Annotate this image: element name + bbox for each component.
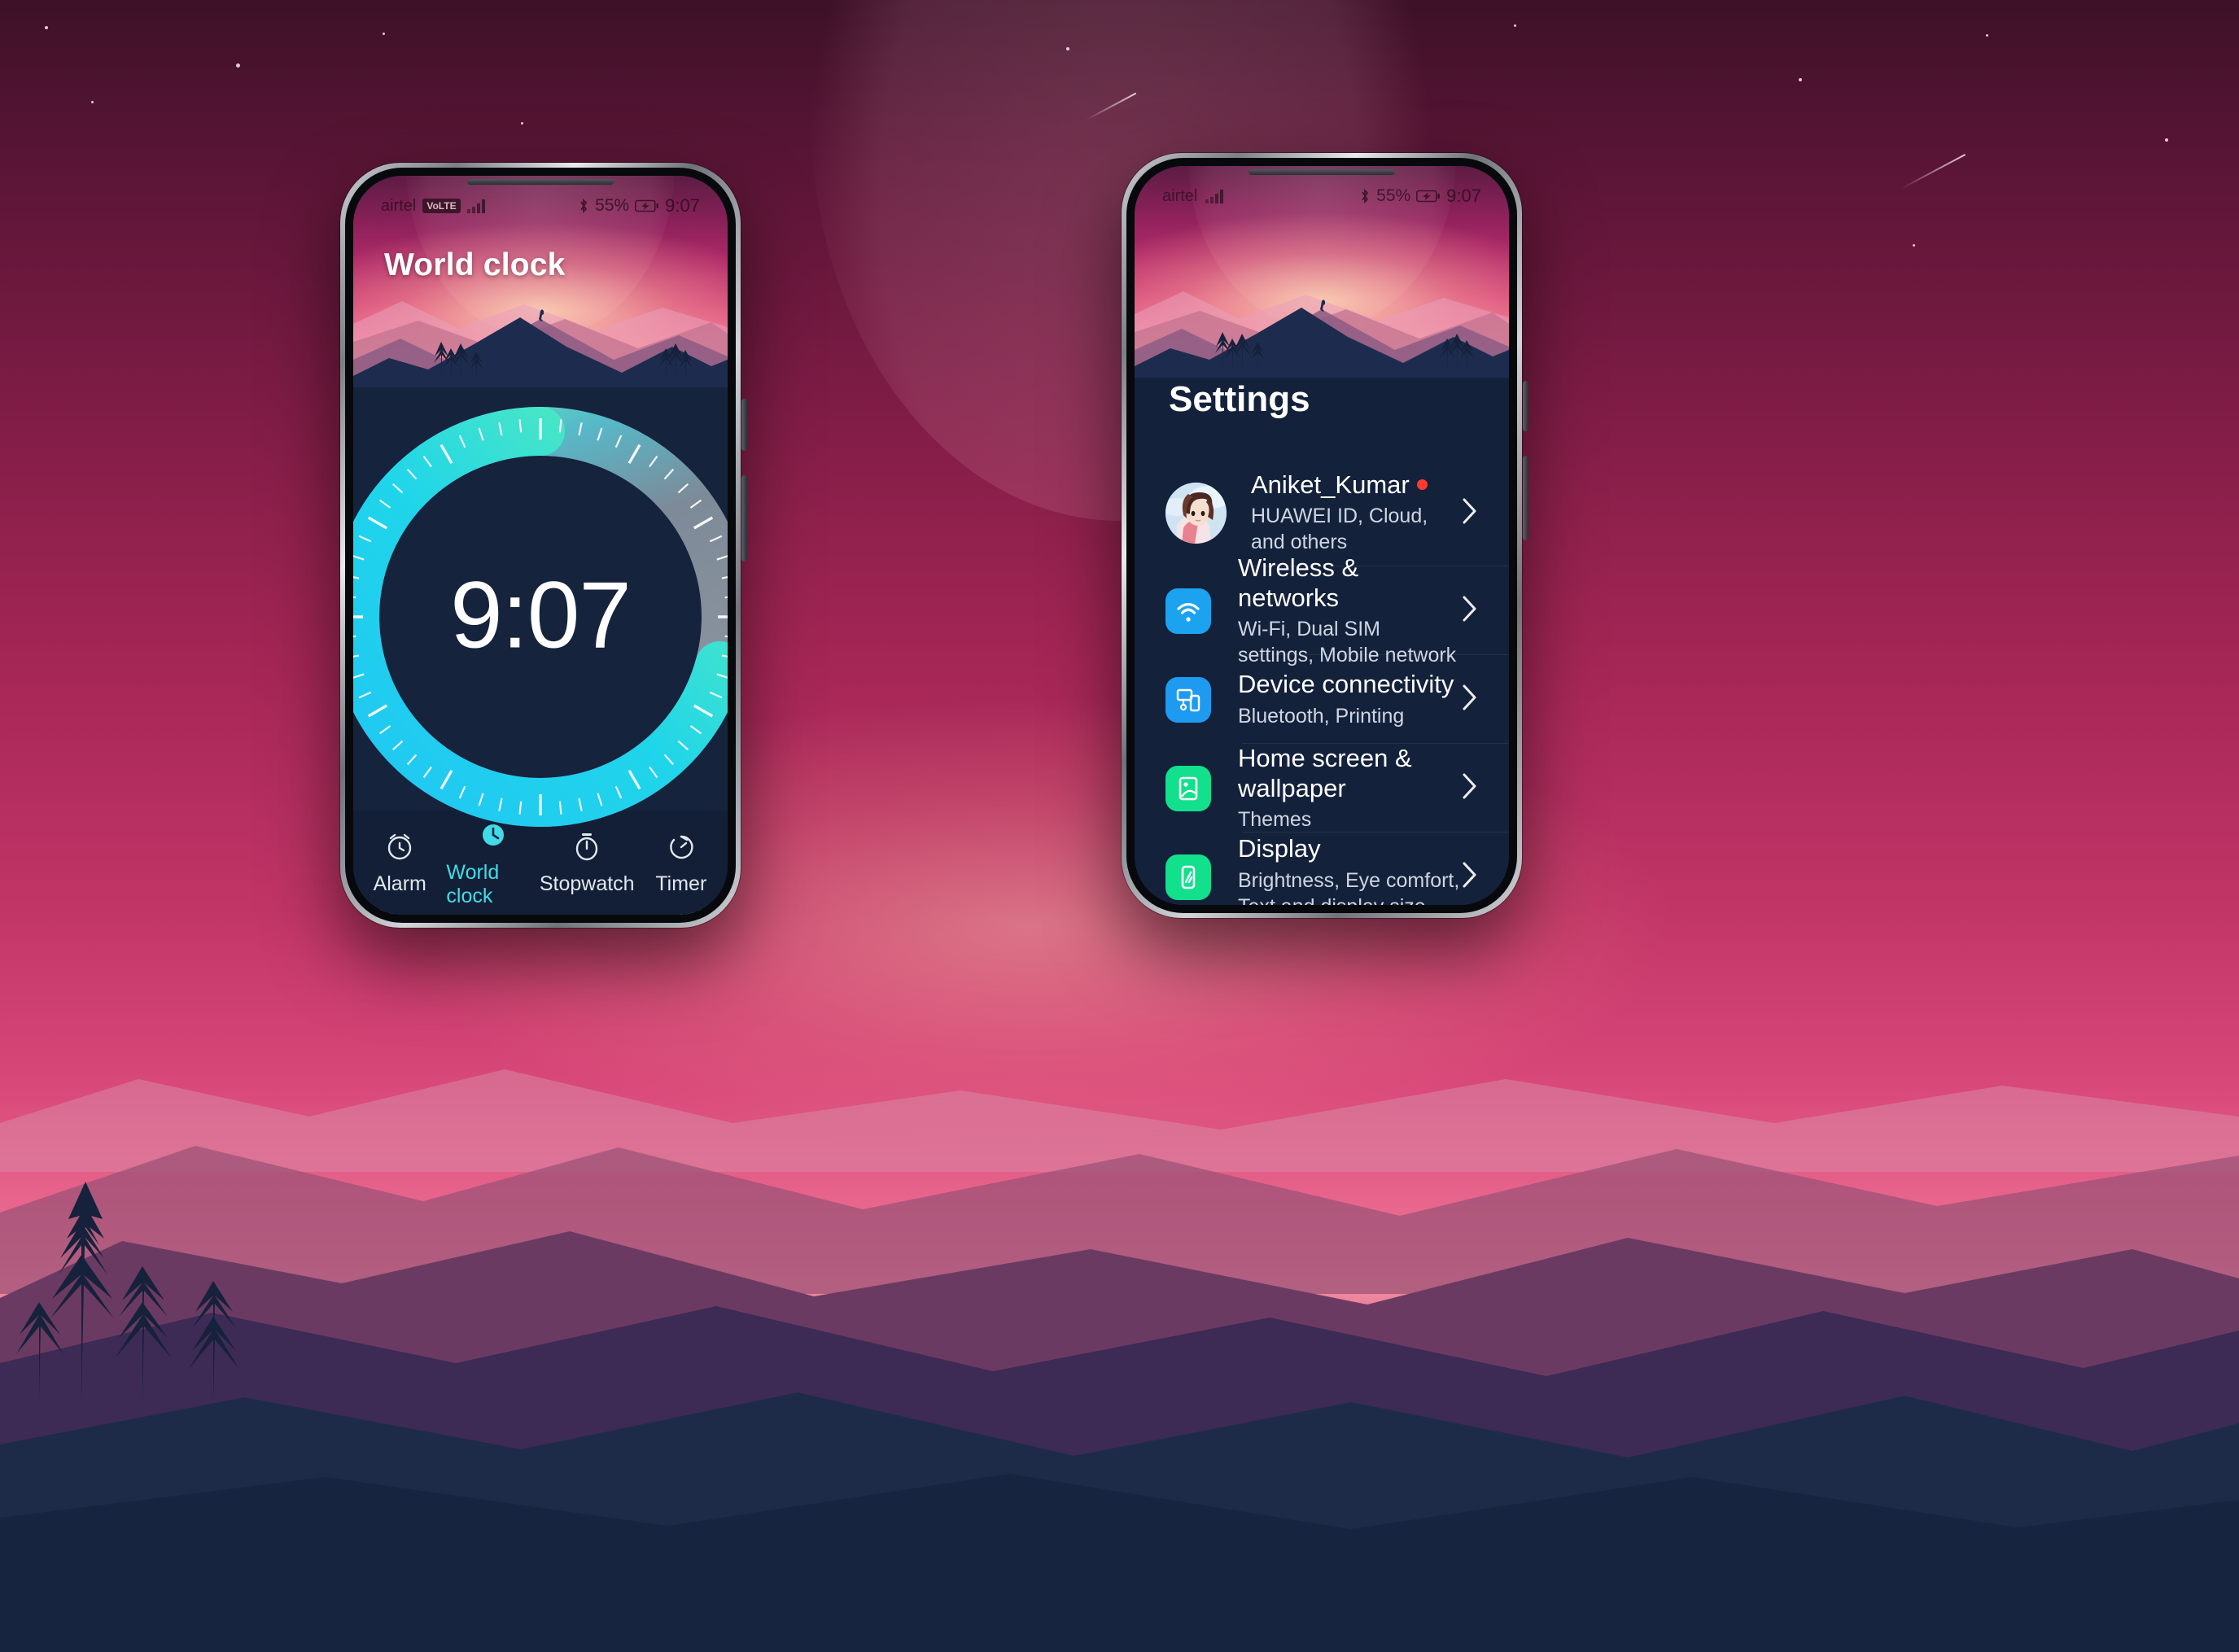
star (1066, 47, 1069, 50)
row-text: Wireless & networks Wi-Fi, Dual SIM sett… (1238, 553, 1460, 668)
star (91, 101, 94, 103)
phone-right-settings: airtel 55% 9:07 Settings Aniket_Kumar HU… (1122, 153, 1528, 918)
chevron-right-icon (1460, 858, 1480, 896)
settings-row-display[interactable]: Display Brightness, Eye comfort, Text an… (1135, 833, 1509, 905)
earpiece-speaker (1249, 169, 1395, 175)
profile-status-badge (1416, 479, 1428, 491)
phone-volume-button[interactable] (741, 475, 747, 562)
settings-row-profile[interactable]: Aniket_Kumar HUAWEI ID, Cloud, and other… (1135, 459, 1509, 566)
phone-volume-button[interactable] (1523, 456, 1528, 540)
settings-row-home-screen-wallpaper[interactable]: Home screen & wallpaper Themes (1135, 744, 1509, 833)
signal-bars-icon (466, 199, 485, 213)
earpiece-speaker (467, 179, 614, 185)
devices-icon (1165, 676, 1211, 723)
user-avatar (1165, 482, 1227, 544)
display-icon (1165, 854, 1211, 900)
nav-tab-world-clock-label: World clock (446, 860, 500, 907)
profile-name-row: Aniket_Kumar (1251, 470, 1460, 500)
status-time: 9:07 (665, 195, 700, 216)
row-text: Display Brightness, Eye comfort, Text an… (1238, 834, 1460, 905)
phone-left-clock: World clock airtel VoLTE 55% 9:07 9:07 A… (340, 163, 747, 928)
row-subtitle: Bluetooth, Printing (1238, 704, 1405, 728)
star (236, 63, 240, 68)
star (1986, 34, 1988, 37)
desktop-wallpaper (0, 0, 2239, 1652)
settings-page-title: Settings (1169, 379, 1310, 419)
star (521, 122, 523, 125)
right-status-bar: airtel 55% 9:07 (1135, 177, 1509, 215)
row-title: Wireless & networks (1238, 553, 1359, 612)
profile-subtitle: HUAWEI ID, Cloud, and others (1251, 505, 1428, 554)
signal-bars-icon (1205, 190, 1224, 203)
phone-side-button[interactable] (1523, 381, 1528, 431)
phone-right-bezel: airtel 55% 9:07 Settings Aniket_Kumar HU… (1126, 158, 1517, 913)
battery-charging-icon (1416, 190, 1441, 203)
settings-row-device-connectivity[interactable]: Device connectivity Bluetooth, Printing (1135, 655, 1509, 744)
left-status-bar: airtel VoLTE 55% 9:07 (353, 187, 728, 225)
row-subtitle: Brightness, Eye comfort, Text and displa… (1238, 868, 1460, 905)
clock-app-title: World clock (384, 247, 566, 282)
battery-percent: 55% (1376, 186, 1411, 205)
nav-tab-timer-label: Timer (655, 872, 707, 895)
wallpaper-icon (1165, 765, 1211, 811)
carrier-label: airtel (1162, 186, 1198, 205)
bluetooth-icon (1362, 188, 1369, 204)
bluetooth-icon (580, 198, 588, 214)
volte-badge: VoLTE (422, 199, 461, 213)
star (2165, 138, 2168, 142)
status-time: 9:07 (1446, 186, 1481, 206)
chevron-right-icon (1460, 769, 1480, 807)
chevron-right-icon (1460, 680, 1480, 719)
row-title: Home screen & wallpaper (1238, 743, 1412, 802)
star (1913, 244, 1915, 247)
clock-app: World clock airtel VoLTE 55% 9:07 9:07 A… (353, 176, 728, 915)
world-clock-dial[interactable]: 9:07 (353, 381, 728, 853)
phone-side-button[interactable] (741, 399, 747, 451)
row-title: Display (1238, 834, 1321, 863)
chevron-right-icon (1460, 592, 1480, 630)
star (383, 33, 385, 35)
wallpaper-pine-trees (0, 1131, 2239, 1400)
profile-text: Aniket_Kumar HUAWEI ID, Cloud, and other… (1251, 470, 1460, 556)
profile-name: Aniket_Kumar (1251, 470, 1410, 499)
row-text: Device connectivity Bluetooth, Printing (1238, 670, 1460, 729)
phone-right-screen: airtel 55% 9:07 Settings Aniket_Kumar HU… (1135, 166, 1509, 905)
battery-percent: 55% (595, 196, 630, 215)
settings-list: Aniket_Kumar HUAWEI ID, Cloud, and other… (1135, 459, 1509, 905)
star (1799, 78, 1802, 81)
nav-tab-stopwatch-label: Stopwatch (539, 872, 635, 895)
nav-tab-alarm-label: Alarm (373, 872, 426, 895)
battery-charging-icon (635, 199, 659, 212)
star (1514, 24, 1516, 27)
phone-left-bezel: World clock airtel VoLTE 55% 9:07 9:07 A… (345, 168, 736, 923)
row-subtitle: Themes (1238, 808, 1312, 832)
star (45, 26, 48, 29)
phone-left-screen: World clock airtel VoLTE 55% 9:07 9:07 A… (353, 176, 728, 915)
header-mountains (1135, 291, 1509, 378)
dial-time-label: 9:07 (450, 562, 632, 668)
row-title: Device connectivity (1238, 670, 1454, 699)
settings-row-wireless-networks[interactable]: Wireless & networks Wi-Fi, Dual SIM sett… (1135, 553, 1509, 666)
wifi-icon (1165, 588, 1211, 634)
carrier-label: airtel (381, 196, 417, 215)
settings-app: airtel 55% 9:07 Settings Aniket_Kumar HU… (1135, 166, 1509, 905)
chevron-right-icon (1460, 494, 1480, 532)
row-text: Home screen & wallpaper Themes (1238, 744, 1460, 833)
